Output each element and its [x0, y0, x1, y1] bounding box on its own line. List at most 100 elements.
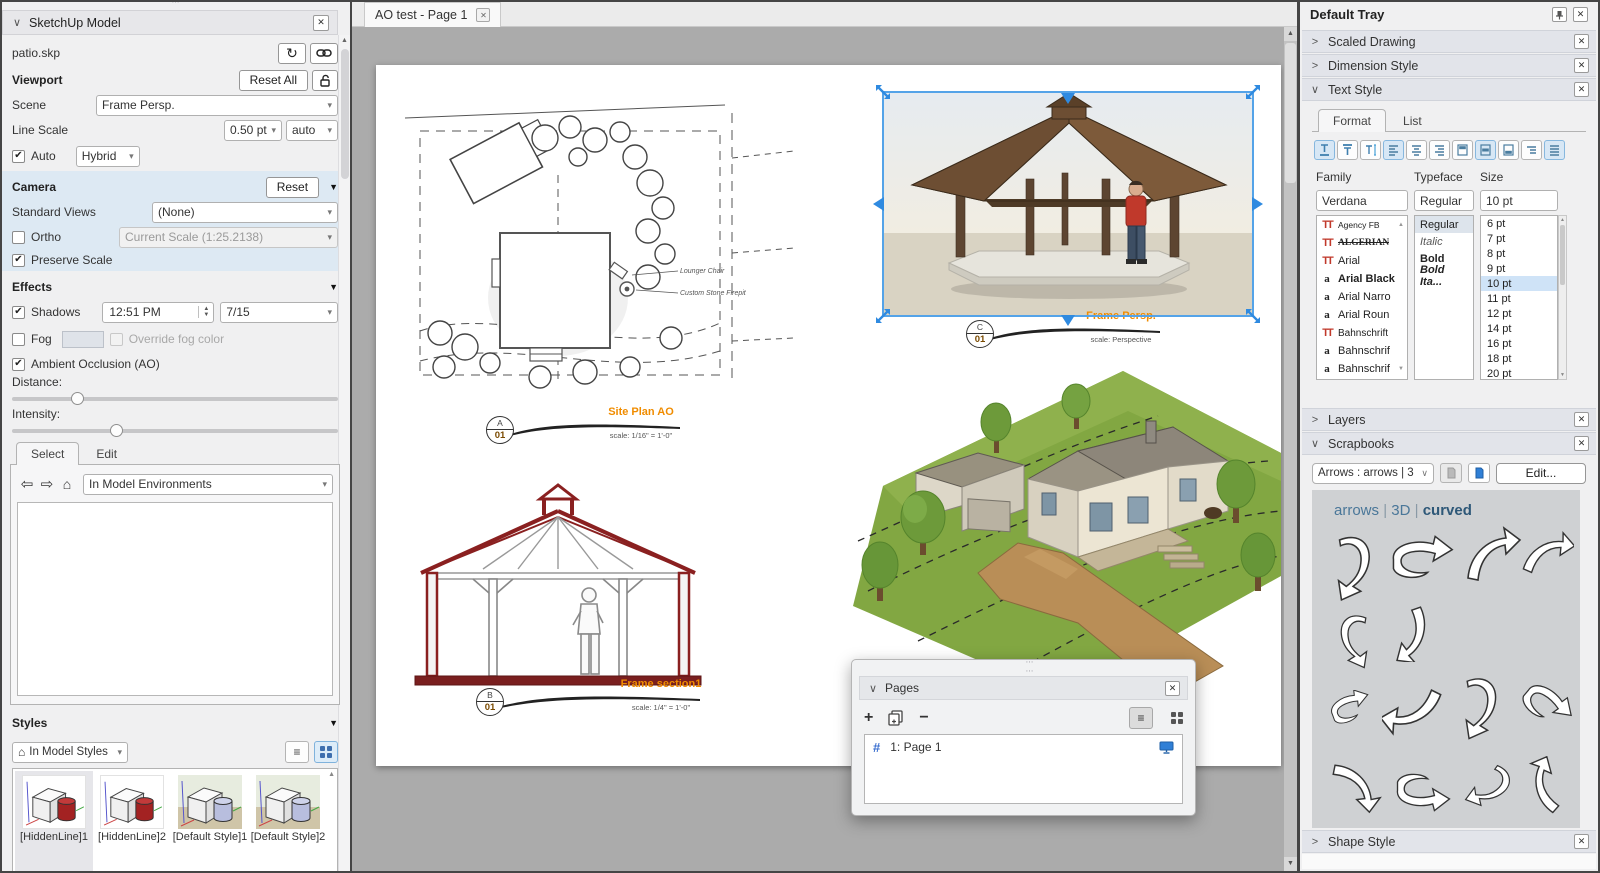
font-item[interactable]: TTAgency FB▲ — [1317, 216, 1407, 234]
reset-all-button[interactable]: Reset All — [239, 70, 308, 91]
scroll-up-icon[interactable]: ▲ — [1559, 216, 1566, 224]
scrapbook-edit-button[interactable]: Edit... — [1496, 463, 1586, 484]
font-item[interactable]: aBahnschrif▼ — [1317, 360, 1407, 378]
scrollbar-thumb[interactable] — [341, 49, 349, 179]
style-item[interactable]: [HiddenLine]2 — [93, 771, 171, 871]
collapse-triangle-icon[interactable]: ▼ — [329, 718, 338, 728]
remove-page-button[interactable]: − — [919, 710, 928, 726]
duplicate-page-button[interactable] — [887, 710, 905, 726]
site-plan-callout[interactable]: Site Plan AO scale: 1/16" = 1'-0" A01 — [486, 407, 746, 453]
align-center-button[interactable] — [1406, 140, 1427, 160]
curved-arrow-shape[interactable] — [1514, 678, 1574, 734]
persp-callout[interactable]: Frame Persp. scale: Perspective C01 — [966, 311, 1226, 357]
tab-select[interactable]: Select — [16, 442, 79, 465]
pin-icon[interactable] — [1552, 7, 1567, 22]
section-callout[interactable]: Frame section1 scale: 1/4" = 1'-0" B01 — [476, 679, 736, 725]
close-tab-icon[interactable]: ✕ — [476, 8, 490, 22]
slider-thumb[interactable] — [110, 424, 123, 437]
list-view-button[interactable]: ≡ — [285, 741, 309, 763]
paragraph-justify-button[interactable] — [1544, 140, 1565, 160]
typeface-item[interactable]: Bold Ita... — [1415, 267, 1473, 284]
style-item[interactable]: [Default Style]2 — [249, 771, 327, 871]
curved-arrow-shape[interactable] — [1388, 762, 1454, 814]
curved-arrow-shape[interactable] — [1460, 526, 1522, 588]
size-item[interactable]: 6 pt — [1481, 216, 1557, 231]
add-page-button[interactable]: + — [864, 710, 873, 726]
size-item[interactable]: 8 pt — [1481, 246, 1557, 261]
line-scale-auto-dropdown[interactable]: auto▾ — [286, 120, 338, 141]
size-item[interactable]: 7 pt — [1481, 231, 1557, 246]
scroll-down-icon[interactable]: ▼ — [1284, 857, 1297, 871]
typeface-item[interactable]: Italic — [1415, 233, 1473, 250]
size-item[interactable]: 9 pt — [1481, 261, 1557, 276]
house-render-viewport[interactable] — [828, 361, 1281, 697]
shadows-checkbox[interactable] — [12, 306, 25, 319]
scrapbook-collection-dropdown[interactable]: Arrows : arrows | 3∨ — [1312, 463, 1434, 484]
scrapbook-link-3d[interactable]: 3D — [1391, 502, 1410, 519]
pages-list-view-button[interactable]: ≡ — [1129, 707, 1153, 729]
curved-arrow-shape[interactable] — [1328, 610, 1378, 674]
scroll-down-icon[interactable]: ▼ — [1559, 371, 1566, 379]
scrapbook-link-arrows[interactable]: arrows — [1334, 502, 1379, 519]
curved-arrow-shape[interactable] — [1462, 760, 1518, 820]
style-item[interactable]: [Default Style]1 — [171, 771, 249, 871]
tab-format[interactable]: Format — [1318, 109, 1386, 132]
font-item[interactable]: aBahnschrif — [1317, 342, 1407, 360]
curved-arrow-shape[interactable] — [1520, 524, 1574, 586]
typeface-input[interactable]: Regular — [1414, 190, 1474, 211]
size-item[interactable]: 12 pt — [1481, 306, 1557, 321]
curved-arrow-shape[interactable] — [1326, 758, 1382, 814]
scrollbar-thumb[interactable] — [1285, 43, 1296, 183]
resize-handle-bottom[interactable] — [1061, 315, 1075, 326]
resize-handle-corner[interactable] — [1244, 83, 1262, 101]
frame-section-viewport[interactable] — [403, 473, 713, 691]
text-cursor-anchor-button[interactable] — [1360, 140, 1381, 160]
resize-handle-right[interactable] — [1252, 197, 1263, 211]
valign-center-button[interactable] — [1475, 140, 1496, 160]
size-item[interactable]: 18 pt — [1481, 351, 1557, 366]
font-item[interactable]: TTALGERIAN — [1317, 234, 1407, 252]
canvas-scrollbar[interactable]: ▲ ▼ — [1284, 27, 1297, 871]
typeface-list[interactable]: Regular Italic Bold Bold Ita... — [1414, 215, 1474, 380]
family-input[interactable]: Verdana — [1316, 190, 1408, 211]
font-item[interactable]: TTArial — [1317, 252, 1407, 270]
scene-dropdown[interactable]: Frame Persp.▾ — [96, 95, 338, 116]
font-item[interactable]: TTBahnschrift — [1317, 324, 1407, 342]
standard-views-dropdown[interactable]: (None)▾ — [152, 202, 338, 223]
size-list[interactable]: 6 pt 7 pt 8 pt 9 pt 10 pt 11 pt 12 pt 14… — [1480, 215, 1558, 380]
preserve-scale-checkbox[interactable] — [12, 254, 25, 267]
close-icon[interactable]: ✕ — [1574, 436, 1589, 451]
refresh-icon[interactable]: ↻ — [278, 43, 306, 64]
shadow-time-spinner[interactable]: 12:51 PM ▲▼ — [102, 302, 214, 323]
close-icon[interactable]: ✕ — [1574, 58, 1589, 73]
monitor-icon[interactable] — [1159, 741, 1174, 754]
ao-checkbox[interactable] — [12, 358, 25, 371]
home-icon[interactable]: ⌂ — [57, 476, 77, 492]
size-input[interactable]: 10 pt — [1480, 190, 1558, 211]
resize-handle-corner[interactable] — [874, 83, 892, 101]
camera-reset-button[interactable]: Reset — [266, 177, 319, 198]
close-icon[interactable]: ✕ — [1574, 412, 1589, 427]
close-icon[interactable]: ✕ — [1573, 7, 1588, 22]
shadow-date-dropdown[interactable]: 7/15▾ — [220, 302, 338, 323]
lock-icon[interactable] — [312, 70, 338, 91]
slider-thumb[interactable] — [71, 392, 84, 405]
font-item[interactable]: aArial Narro — [1317, 288, 1407, 306]
distance-slider[interactable] — [12, 397, 338, 401]
line-scale-dropdown[interactable]: 0.50 pt▾ — [224, 120, 282, 141]
size-list-scrollbar[interactable]: ▲ ▼ — [1558, 215, 1567, 380]
curved-arrow-shape[interactable] — [1326, 530, 1384, 608]
section-shape-style[interactable]: > Shape Style ✕ — [1302, 830, 1596, 853]
font-item[interactable]: aArial Black — [1317, 270, 1407, 288]
back-arrow-icon[interactable]: ⇦ — [17, 475, 37, 493]
site-plan-viewport[interactable]: Lounger Chair Custom Stone Firepit — [380, 83, 800, 418]
valign-bottom-button[interactable] — [1498, 140, 1519, 160]
size-item[interactable]: 11 pt — [1481, 291, 1557, 306]
styles-collection-dropdown[interactable]: ⌂ In Model Styles ▾ — [12, 742, 128, 763]
section-layers[interactable]: > Layers ✕ — [1302, 408, 1596, 431]
document-tab[interactable]: AO test - Page 1 ✕ — [364, 2, 501, 27]
pages-panel-header[interactable]: ∨ Pages ✕ — [859, 676, 1188, 700]
style-item[interactable]: [HiddenLine]1 — [15, 771, 93, 871]
scroll-up-icon[interactable]: ▲ — [1398, 222, 1404, 228]
section-dimension-style[interactable]: > Dimension Style ✕ — [1302, 54, 1596, 77]
